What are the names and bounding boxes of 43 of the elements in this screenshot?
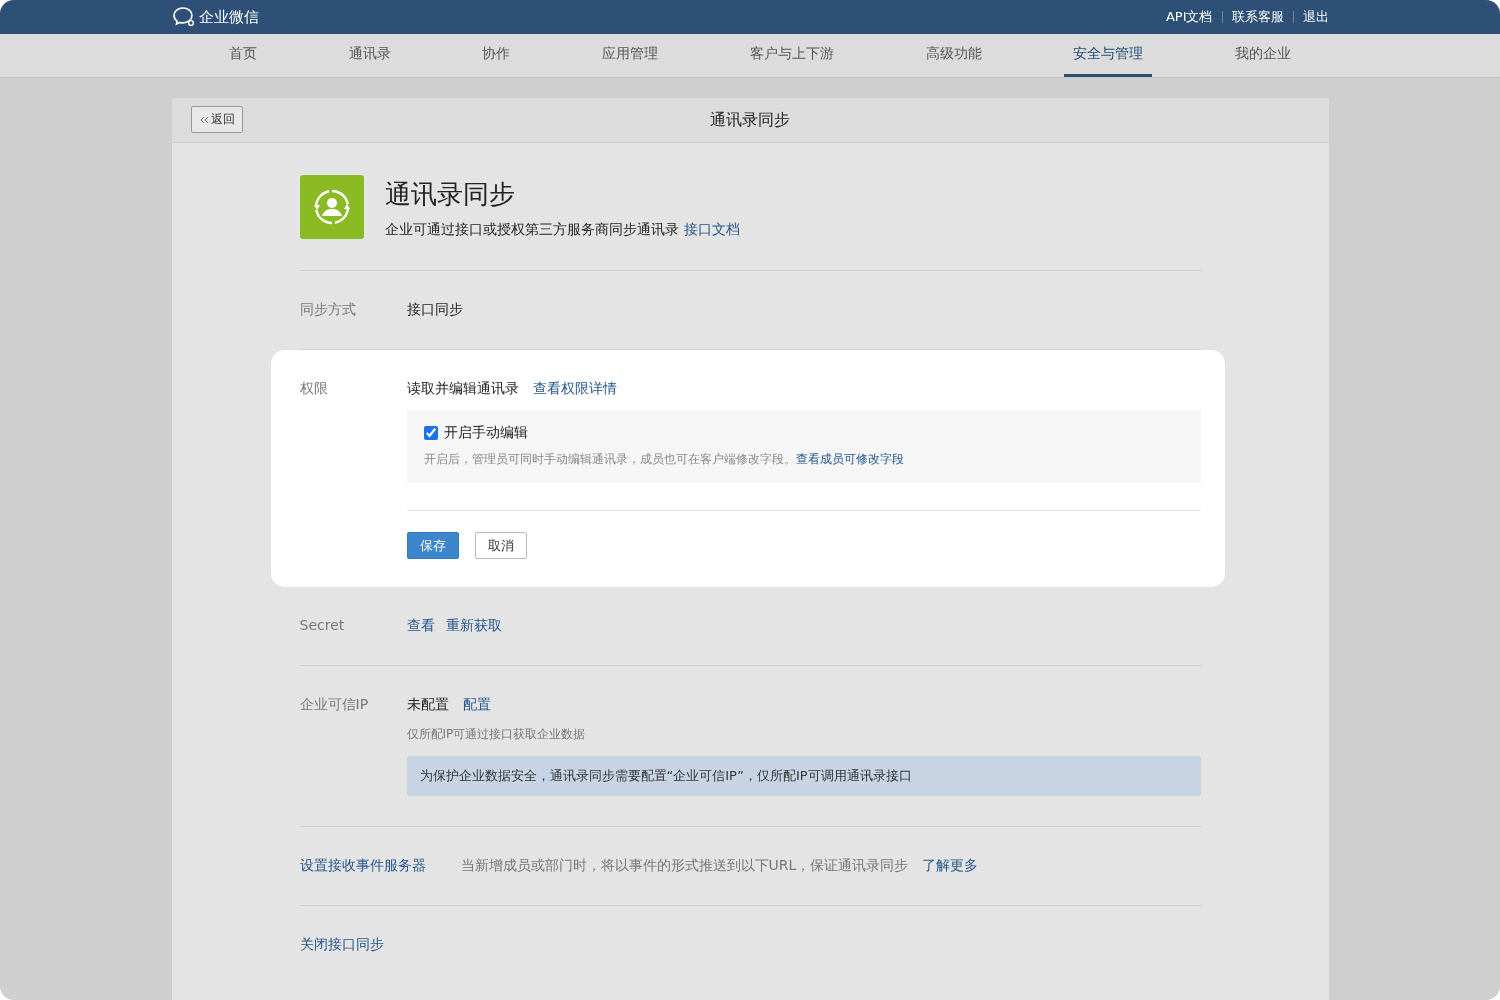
- nav-tab[interactable]: 客户与上下游: [740, 34, 843, 77]
- description-text: 企业可通过接口或授权第三方服务商同步通讯录: [384, 221, 679, 239]
- panel-title: 通讯录同步: [710, 109, 790, 131]
- top-link[interactable]: 退出: [1302, 8, 1329, 26]
- event-server-link[interactable]: 设置接收事件服务器: [299, 857, 461, 875]
- field-value: 读取并编辑通讯录: [406, 380, 519, 398]
- secret-link[interactable]: 查看: [406, 617, 435, 633]
- contact-sync-icon: [299, 175, 364, 239]
- nav-tab[interactable]: 我的企业: [1225, 34, 1300, 77]
- secret-link[interactable]: 重新获取: [445, 617, 502, 633]
- nav-tab[interactable]: 首页: [220, 34, 266, 77]
- status-text: 未配置: [406, 696, 449, 714]
- description-text: 当新增成员或部门时，将以事件的形式推送到以下URL，保证通讯录同步: [460, 857, 909, 875]
- nav-tab[interactable]: 高级功能: [916, 34, 991, 77]
- nav-tab[interactable]: 协作: [473, 34, 520, 77]
- double-chevron-icon: [198, 114, 209, 125]
- nav-tab[interactable]: 通讯录: [339, 34, 400, 77]
- info-notice: 为保护企业数据安全，通讯录同步需要配置“企业可信IP”，仅所配IP可调用通讯录接口: [406, 756, 1201, 796]
- hint-text: 开启后，管理员可同时手动编辑通讯录，成员也可在客户端修改字段。: [423, 451, 796, 468]
- permission-details-link[interactable]: 查看权限详情: [532, 380, 617, 398]
- doc-link[interactable]: 接口文档: [683, 221, 740, 239]
- nav-tab[interactable]: 应用管理: [593, 34, 668, 77]
- field-value: 接口同步: [406, 301, 463, 317]
- field-label: 企业可信IP: [299, 696, 370, 714]
- brand-name: 企业微信: [198, 7, 259, 27]
- save-button[interactable]: 保存: [406, 532, 459, 559]
- field-label: 权限: [299, 380, 329, 398]
- back-button[interactable]: 返回: [190, 106, 243, 133]
- field-label: Secret: [299, 617, 346, 635]
- manual-edit-checkbox[interactable]: [423, 426, 438, 440]
- editable-fields-link[interactable]: 查看成员可修改字段: [795, 451, 904, 468]
- learn-more-link[interactable]: 了解更多: [922, 857, 979, 875]
- nav-tab[interactable]: 安全与管理: [1064, 34, 1153, 77]
- page-heading: 通讯录同步: [384, 178, 516, 211]
- checkbox-label[interactable]: 开启手动编辑: [443, 424, 528, 442]
- field-label: 同步方式: [299, 301, 357, 319]
- cancel-button[interactable]: 取消: [474, 532, 527, 559]
- hint-text: 仅所配IP可通过接口获取企业数据: [406, 726, 587, 743]
- top-link[interactable]: 联系客服: [1231, 8, 1284, 26]
- chat-bubble-icon: [171, 6, 196, 28]
- top-link[interactable]: API文档: [1165, 8, 1213, 26]
- configure-link[interactable]: 配置: [462, 696, 491, 714]
- disable-sync-link[interactable]: 关闭接口同步: [299, 936, 384, 954]
